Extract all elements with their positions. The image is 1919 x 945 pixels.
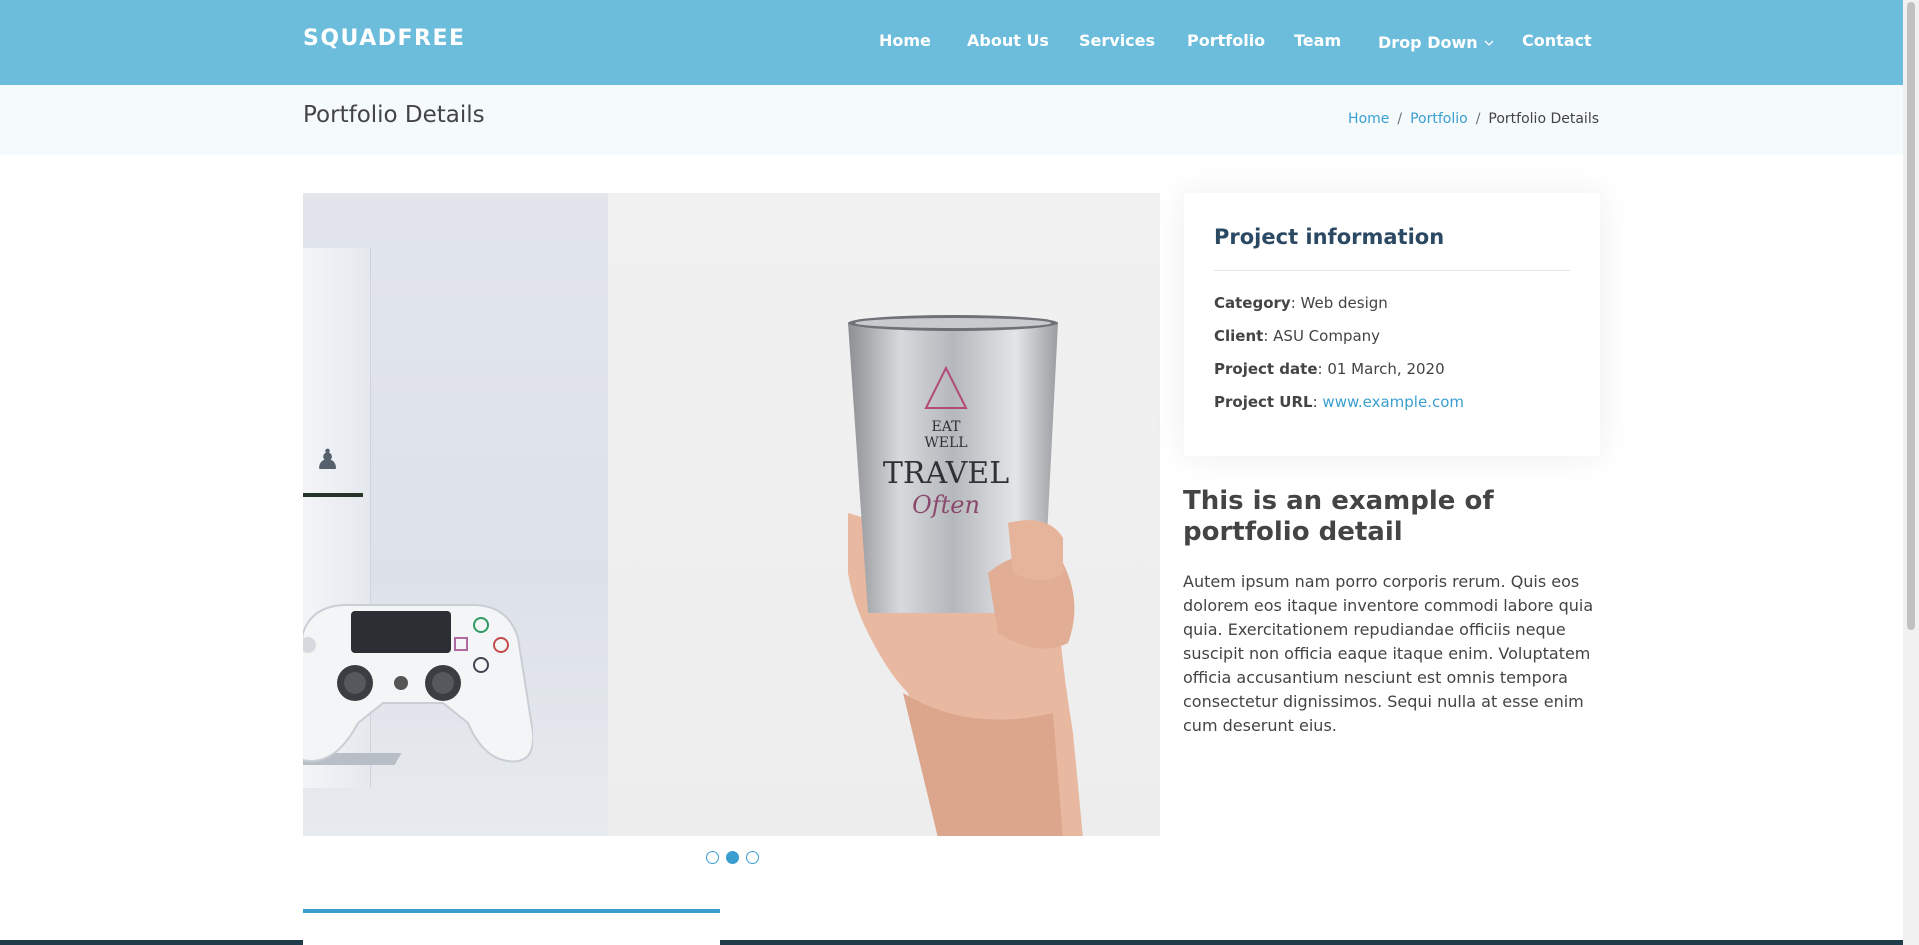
slider-dot-3[interactable] [746,851,759,864]
breadcrumb-separator: / [1475,111,1481,127]
field-value: 01 March, 2020 [1327,360,1445,378]
field-value: ASU Company [1273,327,1381,345]
page-scrollbar[interactable] [1903,0,1919,945]
cup-print-often: Often [912,491,980,519]
nav-home[interactable]: Home [879,31,931,50]
project-url-link[interactable]: www.example.com [1322,393,1464,411]
cup-print-travel: TRAVEL [883,456,1009,491]
breadcrumbs-section: Portfolio Details Home / Portfolio / Portfol… [0,85,1903,155]
nav-team[interactable]: Team [1294,31,1341,50]
nav-about-us[interactable]: About Us [967,31,1049,50]
field-label: Client [1214,327,1264,345]
field-label: Project date [1214,360,1318,378]
page-title: Portfolio Details [303,102,485,128]
field-label: Category [1214,294,1291,312]
chevron-down-icon [1484,31,1494,50]
nav-drop-down-label: Drop Down [1378,33,1478,52]
project-info-list: Category: Web design Client: ASU Company… [1214,293,1464,425]
slider-dot-2[interactable] [726,851,739,864]
project-date: Project date: 01 March, 2020 [1214,360,1445,378]
nav-drop-down[interactable]: Drop Down [1378,31,1494,52]
slider-dot-1[interactable] [706,851,719,864]
field-value: Web design [1300,294,1388,312]
portfolio-description-title: This is an example of portfolio detail [1183,486,1494,547]
nav-portfolio[interactable]: Portfolio [1187,31,1265,50]
slide-console-image: ♟ [303,193,608,836]
cup-print-well: WELL [924,435,967,451]
playstation-logo-icon: ♟ [315,443,341,476]
project-info-card: Project information Category: Web design… [1184,193,1600,456]
project-url: Project URL: www.example.com [1214,393,1464,411]
nav-services[interactable]: Services [1079,31,1155,50]
footer [0,940,1903,945]
slide-cup-image: EAT WELL TRAVEL Often [608,193,1160,836]
game-controller-graphic [303,603,533,763]
portfolio-description-text: Autem ipsum nam porro corporis rerum. Qu… [1183,572,1594,735]
portfolio-slider[interactable]: ♟ EAT WELL TRAVEL Often [303,193,1160,836]
footer-info-box [303,909,720,945]
breadcrumb-separator: / [1397,111,1403,127]
site-header: SQUADFREE Home About Us Services Portfol… [0,0,1903,85]
nav-contact[interactable]: Contact [1522,31,1592,50]
project-info-title: Project information [1214,225,1445,249]
project-client: Client: ASU Company [1214,327,1381,345]
steel-cup-graphic: EAT WELL TRAVEL Often [848,315,1083,836]
breadcrumb-home[interactable]: Home [1348,111,1389,127]
cup-print-eat: EAT [932,419,962,435]
breadcrumb-portfolio[interactable]: Portfolio [1410,111,1468,127]
divider [1214,270,1570,271]
breadcrumb-current: Portfolio Details [1488,111,1599,127]
breadcrumb: Home / Portfolio / Portfolio Details [1348,111,1599,127]
field-label: Project URL [1214,393,1313,411]
site-logo[interactable]: SQUADFREE [303,26,466,51]
project-category: Category: Web design [1214,294,1388,312]
scrollbar-thumb[interactable] [1907,2,1915,630]
